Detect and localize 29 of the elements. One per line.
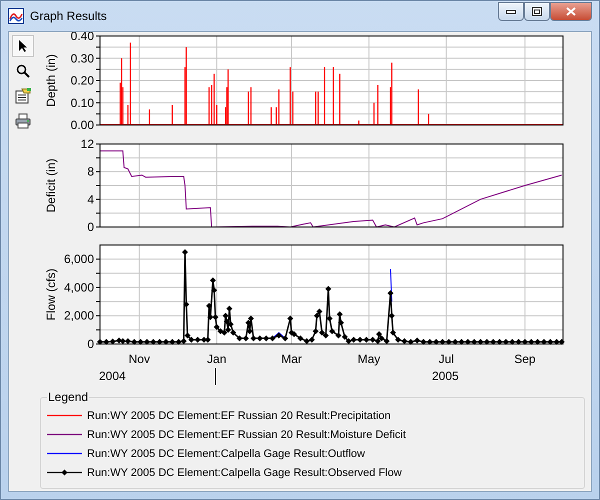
legend-label: Run:WY 2005 DC Element:Calpella Gage Result:Observed Flow (87, 466, 402, 478)
axis-tick-label: 0.20 (70, 74, 94, 88)
axis-tick-label: 6,000 (64, 252, 94, 266)
axis-tick-label: 4,000 (64, 280, 94, 294)
axis-tick-label: 12 (80, 137, 94, 151)
axis-tick-label: 8 (87, 164, 94, 179)
axis-tick-label: 0.10 (70, 96, 94, 110)
year-label: 2004 (99, 368, 127, 383)
axis-tick-label: 2,000 (64, 308, 94, 323)
legend-label: Run:WY 2005 DC Element:EF Russian 20 Result:Precipitation (87, 410, 391, 422)
axis-title: Flow (cfs) (44, 268, 58, 320)
axis-title: Depth (in) (44, 54, 58, 107)
axis-tick-label: May (358, 352, 380, 366)
axis-tick-label: 0.00 (70, 118, 94, 132)
year-label: 2005 (432, 368, 460, 383)
axis-tick-label: 0 (87, 220, 94, 234)
axis-title: Deficit (in) (44, 158, 58, 212)
axis-tick-label: Nov (128, 352, 150, 366)
axis-tick-label: Mar (281, 352, 302, 366)
axis-tick-label: 0.30 (70, 51, 94, 66)
axis-tick-label: Jul (438, 352, 454, 366)
axis-tick-label: Jan (207, 352, 226, 366)
legend-label: Run:WY 2005 DC Element:Calpella Gage Result:Outflow (87, 448, 365, 460)
legend-label: Run:WY 2005 DC Element:EF Russian 20 Result:Moisture Deficit (87, 428, 406, 440)
axis-tick-label: 0 (87, 337, 94, 351)
axis-tick-label: 4 (87, 192, 94, 206)
window-title: Graph Results (30, 9, 108, 23)
axis-tick-label: Sep (514, 352, 536, 366)
legend-title: Legend (47, 390, 90, 404)
